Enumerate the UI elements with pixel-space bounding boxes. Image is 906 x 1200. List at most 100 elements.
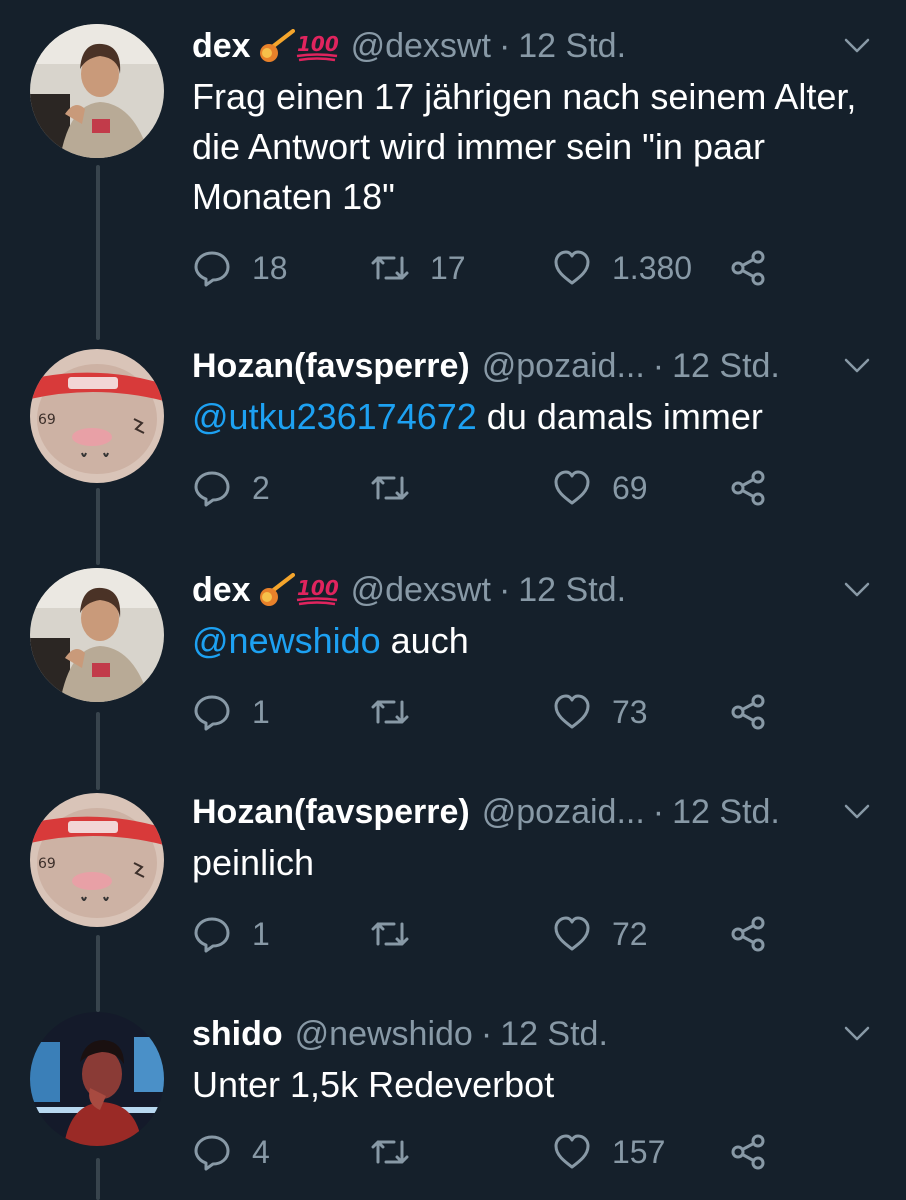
reply-icon [194,251,230,287]
retweet-button[interactable] [370,466,430,510]
user-handle[interactable]: @newshido [295,1012,473,1056]
thread-line [96,935,100,1012]
like-button[interactable]: 73 [552,690,648,734]
share-icon [731,916,765,952]
user-handle[interactable]: @dexswt [351,24,491,68]
like-button[interactable]: 157 [552,1130,665,1174]
avatar-mouth-image: 69 [30,793,164,927]
timestamp[interactable]: 12 Std. [672,790,780,834]
timestamp[interactable]: 12 Std. [500,1012,608,1056]
avatar-girl-image [30,24,164,158]
reply-button[interactable]: 4 [192,1130,270,1174]
tweet-header: dex 100 @dexswt · 12 Std. [192,24,876,68]
user-handle[interactable]: @pozaid... [482,790,645,834]
reply-button[interactable]: 18 [192,246,288,290]
share-button[interactable] [728,912,768,956]
like-button[interactable]: 1.380 [552,246,692,290]
share-icon [731,250,765,286]
share-button[interactable] [728,690,768,734]
share-icon [731,1134,765,1170]
retweet-icon [371,1140,409,1164]
tweet-text: @newshido auch [192,616,876,666]
tweet-actions: 2 69 [192,466,842,510]
chevron-down-icon[interactable] [842,574,872,604]
user-handle[interactable]: @pozaid... [482,344,645,388]
name-emoji: 100 [259,573,339,607]
display-name[interactable]: dex [192,24,251,68]
thread-line [96,165,100,340]
chevron-down-icon[interactable] [842,30,872,60]
reply-icon [194,917,230,953]
avatar[interactable] [30,568,164,702]
svg-text:100: 100 [297,576,339,600]
reply-count: 4 [252,1133,270,1170]
reply-button[interactable]: 1 [192,690,270,734]
avatar[interactable] [30,1012,164,1146]
tweet-body: du damals immer [476,396,763,437]
mention-link[interactable]: @newshido [192,620,381,661]
timestamp[interactable]: 12 Std. [672,344,780,388]
chevron-down-icon[interactable] [842,796,872,826]
share-button[interactable] [728,246,768,290]
tweet-actions: 1 73 [192,690,842,734]
tweet-actions: 18 17 1.380 [192,246,842,290]
reply-count: 1 [252,915,270,952]
tweet-actions: 4 157 [192,1130,842,1174]
reply-button[interactable]: 1 [192,912,270,956]
like-count: 72 [612,915,648,952]
like-count: 69 [612,469,648,506]
avatar[interactable] [30,24,164,158]
svg-text:69: 69 [38,412,56,428]
timestamp[interactable]: 12 Std. [518,568,626,612]
display-name[interactable]: Hozan(favsperre) [192,344,470,388]
tweet-body: auch [380,620,469,661]
separator-dot: · [480,1015,493,1053]
mention-link[interactable]: @utku236174672 [192,396,477,437]
tweet-header: dex 100 @dexswt · 12 Std. [192,568,876,612]
hundred-points-emoji-icon: 100 [296,32,338,62]
display-name[interactable]: dex [192,568,251,612]
chevron-down-icon[interactable] [842,1018,872,1048]
thread-line [96,488,100,565]
avatar[interactable]: 69 [30,793,164,927]
heart-icon [554,916,590,951]
share-button[interactable] [728,466,768,510]
reply-button[interactable]: 2 [192,466,270,510]
reply-icon [194,695,230,731]
chevron-down-icon[interactable] [842,350,872,380]
thread-line [96,1158,100,1200]
share-button[interactable] [728,1130,768,1174]
retweet-button[interactable] [370,1130,430,1174]
avatar[interactable]: 69 [30,349,164,483]
retweet-icon [371,256,409,280]
tweet-text: Frag einen 17 jährigen nach seinem Alter… [192,72,876,222]
hundred-points-emoji-icon: 100 [296,576,339,606]
display-name[interactable]: Hozan(favsperre) [192,790,470,834]
tweet-header: Hozan(favsperre) @pozaid... · 12 Std. [192,344,876,388]
name-emoji: 100 [259,29,339,63]
like-button[interactable]: 72 [552,912,648,956]
retweet-icon [371,476,409,500]
display-name[interactable]: shido [192,1012,283,1056]
retweet-icon [371,700,409,724]
retweet-count: 17 [430,249,466,286]
tweet-actions: 1 72 [192,912,842,956]
separator-dot: · [652,793,665,831]
like-count: 1.380 [612,249,693,286]
comet-emoji-icon [259,573,295,606]
avatar-shido-image [30,1012,164,1146]
tweet-body: Unter 1,5k Redeverbot [192,1064,555,1105]
heart-icon [554,250,590,285]
heart-icon [554,470,590,505]
separator-dot: · [652,347,665,385]
user-handle[interactable]: @dexswt [351,568,491,612]
share-icon [731,694,765,730]
timestamp[interactable]: 12 Std. [518,24,626,68]
retweet-button[interactable]: 17 [370,246,466,290]
reply-count: 18 [252,249,288,286]
retweet-button[interactable] [370,912,430,956]
avatar-girl-image [30,568,164,702]
like-button[interactable]: 69 [552,466,648,510]
share-icon [731,470,765,506]
retweet-button[interactable] [370,690,430,734]
